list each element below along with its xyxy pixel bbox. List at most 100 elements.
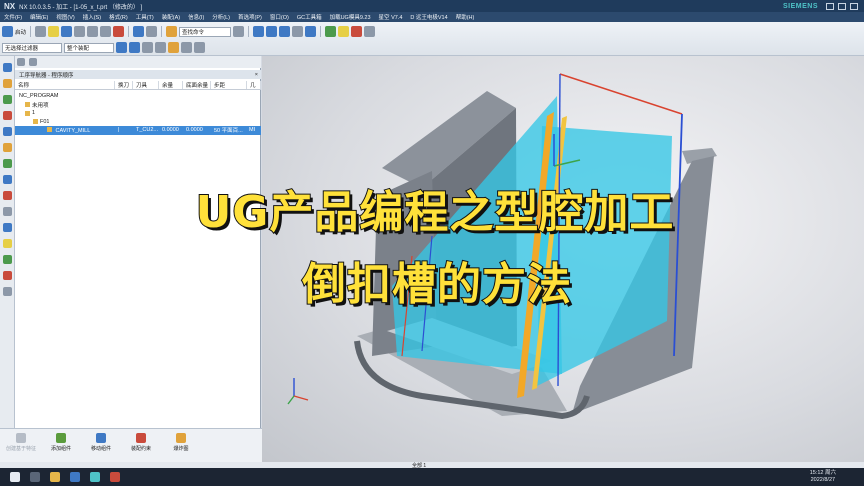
column-header[interactable]: 刀具	[133, 81, 159, 89]
quadrant-icon[interactable]	[194, 42, 205, 53]
column-header[interactable]: 余量	[159, 81, 183, 89]
assembly-constraint-button[interactable]: 装配约束	[126, 433, 156, 452]
shaded-icon[interactable]	[305, 26, 317, 37]
close-icon[interactable]: ×	[255, 72, 258, 78]
selection-filter-select[interactable]: 无选择过滤器	[2, 42, 62, 53]
intersection-icon[interactable]	[181, 42, 192, 53]
toolbar-row-2: 无选择过滤器 整个装配	[2, 40, 205, 55]
redo-icon[interactable]	[146, 26, 158, 37]
tree-row[interactable]: F01	[15, 118, 261, 127]
column-header[interactable]: 名称	[15, 81, 115, 89]
new-icon[interactable]	[35, 26, 47, 37]
menu-help[interactable]: 帮助(H)	[452, 13, 479, 21]
end-point-icon[interactable]	[142, 42, 153, 53]
floor-stock-cell: 0.0000	[186, 127, 203, 134]
start-label[interactable]: 启动	[15, 28, 26, 36]
fit-view-icon[interactable]	[253, 26, 265, 37]
copy-icon[interactable]	[87, 26, 99, 37]
column-header[interactable]: 几	[247, 81, 261, 89]
snap-point-icon[interactable]	[129, 42, 140, 53]
menu-gc-toolbox[interactable]: GC工具箱	[293, 13, 326, 21]
menu-electrode[interactable]: D 远王电极V14	[406, 13, 451, 21]
toolbar-row-1: 启动 查找命令	[2, 24, 376, 39]
start-icon[interactable]	[2, 26, 13, 37]
menu-mold-plugin[interactable]: 加载UG模具9.23	[326, 13, 375, 21]
assembly-scope-select[interactable]: 整个装配	[64, 42, 114, 53]
nx-app-icon[interactable]	[90, 472, 100, 482]
tree-label-cell: CAVITY_MILL	[15, 126, 115, 134]
search-icon[interactable]	[30, 472, 40, 482]
menu-format[interactable]: 格式(R)	[105, 13, 132, 21]
history-icon[interactable]	[2, 127, 12, 136]
center-point-icon[interactable]	[168, 42, 179, 53]
menu-insert[interactable]: 插入(S)	[79, 13, 105, 21]
menu-analysis[interactable]: 分析(L)	[208, 13, 234, 21]
paste-icon[interactable]	[100, 26, 112, 37]
window-icon[interactable]	[166, 26, 178, 37]
command-search-input[interactable]: 查找命令	[179, 26, 232, 37]
zoom-icon[interactable]	[266, 26, 278, 37]
button-label: 移动组件	[90, 446, 111, 452]
taskbar: 15:12 周六 2022/8/27	[0, 468, 864, 486]
recorder-icon[interactable]	[110, 472, 120, 482]
measure-icon[interactable]	[351, 26, 363, 37]
menu-view[interactable]: 视图(V)	[52, 13, 78, 21]
mid-point-icon[interactable]	[155, 42, 166, 53]
column-header[interactable]: 换刀	[115, 81, 133, 89]
part-navigator-icon[interactable]	[2, 95, 12, 104]
menu-preferences[interactable]: 首选项(P)	[234, 13, 266, 21]
layer-icon[interactable]	[325, 26, 337, 37]
tree-row[interactable]: 未用项	[15, 101, 261, 110]
stepover-cell: 50 平面百...	[214, 128, 243, 135]
menu-tools[interactable]: 工具(T)	[132, 13, 158, 21]
maximize-icon[interactable]	[838, 2, 846, 10]
save-icon[interactable]	[61, 26, 73, 37]
exploded-view-icon	[176, 433, 186, 443]
machine-tool-icon[interactable]	[2, 79, 12, 88]
windows-start-icon[interactable]	[10, 472, 20, 482]
minimize-icon[interactable]	[826, 2, 834, 10]
stock-cell: 0.0000	[162, 127, 179, 134]
undo-icon[interactable]	[133, 26, 145, 37]
tree-row[interactable]: 1	[15, 109, 261, 118]
column-header[interactable]: 步距	[211, 81, 247, 89]
search-icon[interactable]	[233, 26, 245, 37]
browser-icon[interactable]	[70, 472, 80, 482]
tree-row[interactable]: NC_PROGRAM	[15, 92, 261, 101]
machine-view-icon[interactable]	[29, 58, 37, 66]
exploded-view-button[interactable]: 爆炸图	[166, 433, 196, 452]
create-feature-button[interactable]: 创建基于特征	[6, 433, 36, 452]
menu-xingkong[interactable]: 星空 V7.4	[375, 13, 407, 21]
render-style-icon[interactable]	[292, 26, 304, 37]
reuse-library-icon[interactable]	[2, 111, 12, 120]
close-icon[interactable]	[850, 2, 858, 10]
move-component-button[interactable]: 移动组件	[86, 433, 116, 452]
open-icon[interactable]	[48, 26, 60, 37]
section-icon[interactable]	[364, 26, 376, 37]
file-explorer-icon[interactable]	[50, 472, 60, 482]
process-icon[interactable]	[2, 143, 12, 152]
palette-icon[interactable]	[2, 239, 12, 248]
delete-icon[interactable]	[113, 26, 125, 37]
button-label: 添加组件	[50, 446, 71, 452]
cut-icon[interactable]	[74, 26, 86, 37]
menu-edit[interactable]: 编辑(E)	[26, 13, 52, 21]
operation-navigator-icon[interactable]	[2, 63, 12, 72]
menu-file[interactable]: 文件(F)	[0, 13, 26, 21]
program-icon	[25, 110, 30, 116]
program-view-icon[interactable]	[17, 58, 25, 66]
tool-icon[interactable]	[2, 159, 12, 168]
divider	[128, 26, 130, 37]
tree-row[interactable]: CAVITY_MILL | T_CU2... 0.0000 0.0000 50 …	[15, 126, 261, 135]
program-icon	[33, 119, 38, 125]
select-icon[interactable]	[116, 42, 127, 53]
menu-assembly[interactable]: 装配(A)	[158, 13, 184, 21]
wcs-icon[interactable]	[338, 26, 350, 37]
add-component-button[interactable]: 添加组件	[46, 433, 76, 452]
system-clock[interactable]: 15:12 周六 2022/8/27	[810, 470, 836, 484]
column-header[interactable]: 底面余量	[183, 81, 211, 89]
menu-window[interactable]: 窗口(O)	[266, 13, 293, 21]
menu-info[interactable]: 信息(I)	[184, 13, 208, 21]
tool-cell: T_CU2...	[136, 127, 159, 134]
rotate-icon[interactable]	[279, 26, 291, 37]
